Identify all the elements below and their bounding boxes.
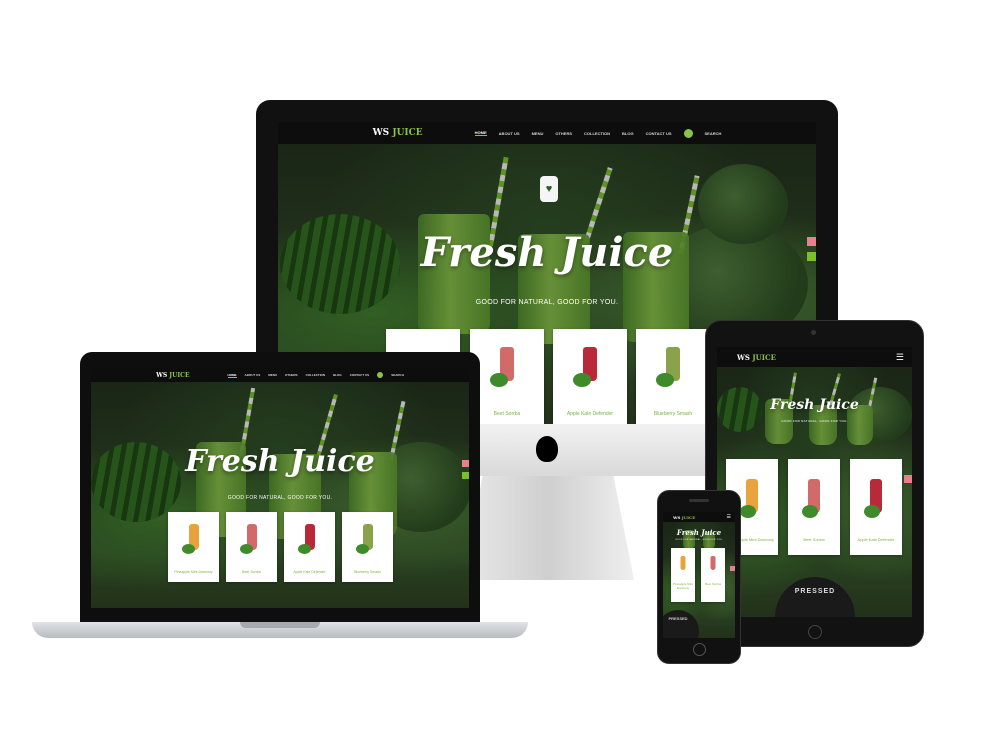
laptop-product-card[interactable]: Beet Sorrba — [226, 512, 277, 582]
laptop-product-name: Beet Sorrba — [242, 570, 261, 574]
imac-logo[interactable]: WS JUICE — [373, 128, 423, 138]
imac-nav-collection[interactable]: COLLECTION — [584, 131, 610, 136]
imac-nav-blog[interactable]: BLOG — [622, 131, 634, 136]
imac-product-name: Beet Sorrba — [493, 411, 521, 417]
phone-device: WS JUICE ☰ Fresh Juice GOOD FOR NATURAL,… — [657, 490, 741, 664]
heart-icon: ♥ — [540, 176, 558, 202]
phone-hero-subtitle: GOOD FOR NATURAL, GOOD FOR YOU. — [675, 539, 723, 541]
tablet-navbar: WS JUICE ☰ — [717, 347, 912, 367]
imac-side-tab-green[interactable] — [807, 252, 816, 261]
laptop-side-tab-green[interactable] — [462, 472, 469, 479]
phone-navbar: WS JUICE ☰ — [663, 512, 735, 522]
imac-nav-menu[interactable]: MENU — [532, 131, 544, 136]
tablet-product-card[interactable]: Beet Sorrba — [788, 459, 840, 555]
imac-hero-title: Fresh Juice — [420, 229, 674, 276]
laptop-nav-blog[interactable]: BLOG — [333, 373, 342, 377]
tablet-product-name: Apple Kale Defender — [857, 537, 895, 542]
laptop-hero: Fresh Juice GOOD FOR NATURAL, GOOD FOR Y… — [91, 382, 469, 608]
laptop-search-label[interactable]: SEARCH — [391, 373, 404, 377]
imac-product-card[interactable]: Beet Sorrba — [470, 329, 544, 424]
laptop-nav-about[interactable]: ABOUT US — [245, 373, 261, 377]
imac-product-name: Apple Kale Defender — [566, 411, 614, 417]
phone-home-button[interactable] — [693, 643, 706, 656]
phone-hamburger-menu-icon[interactable]: ☰ — [727, 514, 731, 520]
phone-product-name: Pineapple Mint Darmony — [673, 582, 693, 590]
phone-product-card[interactable]: Pineapple Mint Darmony — [671, 548, 695, 602]
tablet-hero: Fresh Juice GOOD FOR NATURAL, GOOD FOR Y… — [717, 367, 912, 617]
imac-nav-contact[interactable]: CONTACT US — [646, 131, 672, 136]
laptop-product-card[interactable]: Pineapple Mint Darmony — [168, 512, 219, 582]
phone-logo[interactable]: WS JUICE — [673, 515, 695, 520]
phone-side-tab-pink[interactable] — [730, 566, 735, 571]
tablet-camera — [811, 330, 816, 335]
laptop-product-name: Apple Kale Defender — [293, 570, 326, 574]
laptop-product-name: Blueberry Smash — [354, 570, 381, 574]
phone-product-name: Beet Sorrba — [704, 582, 721, 586]
tablet-product-name: Beet Sorrba — [803, 537, 825, 542]
laptop-nav-home[interactable]: HOME — [227, 373, 237, 378]
laptop-logo[interactable]: WS JUICE — [156, 372, 189, 379]
laptop-product-card[interactable]: Apple Kale Defender — [284, 512, 335, 582]
tablet-screen: WS JUICE ☰ Fresh Juice GOOD FOR NATURAL,… — [717, 347, 912, 617]
imac-product-card[interactable]: Apple Kale Defender — [553, 329, 627, 424]
laptop-device: WS JUICE HOME ABOUT US MENU OTHERS COLLE… — [80, 352, 480, 624]
imac-product-name: Blueberry Smash — [653, 411, 693, 417]
imac-product-card[interactable]: Blueberry Smash — [636, 329, 710, 424]
phone-speaker — [689, 499, 709, 502]
imac-navbar: WS JUICE HOME ABOUT US MENU OTHERS COLLE… — [278, 122, 816, 144]
tablet-logo[interactable]: WS JUICE — [737, 353, 776, 362]
phone-screen: WS JUICE ☰ Fresh Juice GOOD FOR NATURAL,… — [663, 512, 735, 638]
laptop-nav-contact[interactable]: CONTACT US — [350, 373, 369, 377]
imac-search-label[interactable]: SEARCH — [705, 131, 722, 136]
imac-nav-others[interactable]: OTHERS — [555, 131, 572, 136]
laptop-hero-title: Fresh Juice — [185, 444, 375, 479]
laptop-notch — [240, 622, 320, 628]
laptop-navbar: WS JUICE HOME ABOUT US MENU OTHERS COLLE… — [91, 368, 469, 382]
phone-hero: Fresh Juice GOOD FOR NATURAL, GOOD FOR Y… — [663, 522, 735, 638]
laptop-search-icon[interactable] — [377, 372, 384, 378]
laptop-nav-collection[interactable]: COLLECTION — [306, 373, 326, 377]
laptop-side-tab-pink[interactable] — [462, 460, 469, 467]
apple-logo-icon — [536, 436, 558, 462]
imac-nav-about[interactable]: ABOUT US — [499, 131, 520, 136]
imac-nav-home[interactable]: HOME — [474, 130, 487, 136]
tablet-home-button[interactable] — [808, 625, 822, 639]
tablet-side-tab-pink[interactable] — [904, 475, 912, 483]
laptop-product-card[interactable]: Blueberry Smash — [342, 512, 393, 582]
laptop-screen: WS JUICE HOME ABOUT US MENU OTHERS COLLE… — [91, 368, 469, 608]
tablet-product-card[interactable]: Apple Kale Defender — [850, 459, 902, 555]
hamburger-menu-icon[interactable]: ☰ — [896, 352, 904, 363]
laptop-nav-menu[interactable]: MENU — [268, 373, 277, 377]
tablet-hero-title: Fresh Juice — [770, 397, 859, 413]
phone-hero-title: Fresh Juice — [676, 528, 722, 537]
imac-search-icon[interactable] — [683, 128, 693, 138]
phone-product-card[interactable]: Beet Sorrba — [701, 548, 725, 602]
laptop-product-name: Pineapple Mint Darmony — [174, 570, 213, 574]
imac-side-tab-pink[interactable] — [807, 237, 816, 246]
laptop-nav-others[interactable]: OTHERS — [285, 373, 298, 377]
laptop-hero-subtitle: GOOD FOR NATURAL, GOOD FOR YOU. — [227, 495, 333, 501]
imac-hero-subtitle: GOOD FOR NATURAL, GOOD FOR YOU. — [475, 299, 619, 306]
imac-stand — [462, 476, 634, 580]
tablet-hero-subtitle: GOOD FOR NATURAL, GOOD FOR YOU. — [781, 419, 848, 423]
